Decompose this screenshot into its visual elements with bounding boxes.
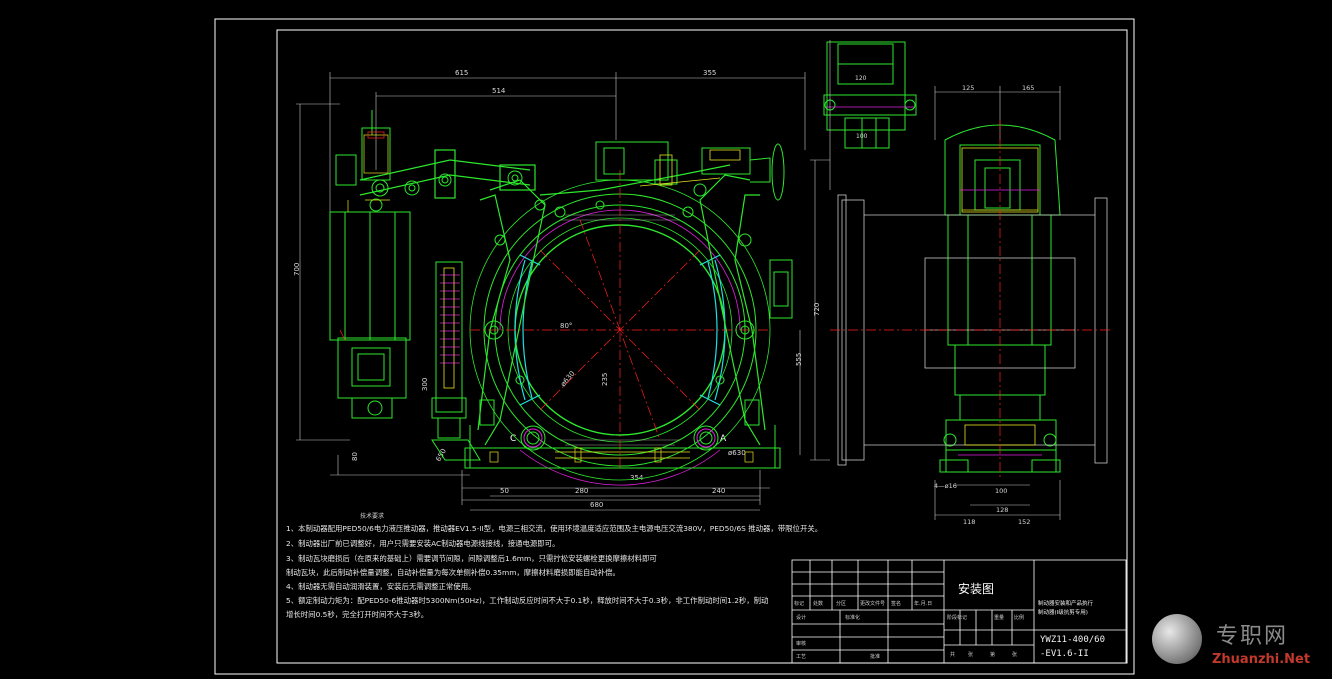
rev-label-date: 年.月.日 <box>914 601 933 607</box>
approve-label: 批准 <box>870 654 881 660</box>
dim-615: 615 <box>455 69 468 77</box>
rev-label-doc: 更改文件号 <box>860 601 886 607</box>
dim-650: 650 <box>434 447 448 463</box>
dim-300: 300 <box>421 378 429 391</box>
dim-680: 680 <box>590 501 603 509</box>
note-line-5: 4、制动器无需自动润滑装置，安装后无需调整正常使用。 <box>286 582 476 591</box>
note-line-1: 1、本制动器配用PED50/6电力液压推动器，推动器EV1.5-II型，电源三相… <box>286 524 823 533</box>
dim-118: 118 <box>963 518 975 526</box>
stage-label: 阶段标记 <box>947 615 968 621</box>
watermark-logo <box>1152 614 1202 664</box>
dim-555: 555 <box>795 353 803 366</box>
note-line-3: 3、制动瓦块磨损后（在原来的基础上）需要调节间隙，间隙调整后1.6mm，只需拧松… <box>286 554 657 563</box>
dim-280: 280 <box>575 487 588 495</box>
checker-label: 审核 <box>796 641 807 647</box>
note-line-2: 2、制动器出厂前已调整好，用户只需要安装AC制动器电源线接线，接通电源即可。 <box>286 539 560 548</box>
code-line-2: -EV1.6-II <box>1040 649 1089 659</box>
dim-hole: 4—ø16 <box>934 482 957 490</box>
rev-label-sign: 签名 <box>891 601 902 607</box>
dim-240: 240 <box>712 487 725 495</box>
std-label: 标准化 <box>845 615 861 621</box>
dim-100b: 100 <box>995 487 1007 495</box>
note-line-7: 增长时间0.5秒，完全打开时间不大于3秒。 <box>286 610 429 619</box>
drawing-description: 制动器安装和产品执行 制动器(I级抗剪专用) <box>1038 600 1093 618</box>
top-view <box>823 41 917 149</box>
rev-label-mark: 标记 <box>794 601 805 607</box>
note-line-6: 5、额定制动力矩为：配PED50-6推动器时5300Nm(50Hz)，工作制动反… <box>286 596 769 605</box>
dim-235: 235 <box>601 373 609 386</box>
sheet-unit-label-2: 张 <box>1012 652 1018 658</box>
rev-label-zone: 分区 <box>836 601 847 607</box>
sheet-unit-label-1: 张 <box>968 652 974 658</box>
dim-700: 700 <box>293 263 301 276</box>
side-view: 125 165 4—ø16 100 128 118 152 <box>830 84 1110 526</box>
dim-100: 100 <box>856 133 868 140</box>
dim-128: 128 <box>996 506 1008 514</box>
note-line-4: 制动瓦块，此后制动补偿量调整，自动补偿量为每次单侧补偿0.35mm，摩擦材料磨损… <box>286 568 620 577</box>
dim-slope: ø630 <box>559 370 576 389</box>
dim-120: 120 <box>855 75 867 82</box>
front-view: 615 355 514 700 720 555 300 80 50 280 35… <box>293 69 830 511</box>
scale-label: 比例 <box>1014 615 1025 621</box>
dim-50: 50 <box>500 487 509 495</box>
dim-720: 720 <box>813 303 821 316</box>
dim-dia: ø630 <box>728 449 746 457</box>
drawing-title: 安装图 <box>958 582 995 596</box>
dim-165: 165 <box>1022 84 1034 92</box>
description-line-2: 制动器(I级抗剪专用) <box>1038 610 1088 616</box>
rev-label-count: 处数 <box>813 601 824 607</box>
designer-label: 设计 <box>796 615 807 621</box>
watermark-cn: 专职网 <box>1216 624 1289 649</box>
watermark-en: Zhuanzhi.Net <box>1212 652 1311 667</box>
process-label: 工艺 <box>796 654 807 660</box>
cad-drawing: 615 355 514 700 720 555 300 80 50 280 35… <box>214 18 1135 675</box>
dim-125: 125 <box>962 84 974 92</box>
dim-152: 152 <box>1018 518 1030 526</box>
sheet-index-label: 第 <box>990 652 996 658</box>
sheet-total-label: 共 <box>950 652 956 658</box>
dim-514: 514 <box>492 87 506 95</box>
dim-80: 80 <box>351 452 359 461</box>
dim-355: 355 <box>703 69 716 77</box>
weight-label: 重量 <box>994 615 1005 621</box>
code-line-1: YWZ11-400/60 <box>1040 635 1106 645</box>
drawing-code: YWZ11-400/60 -EV1.6-II <box>1040 633 1105 661</box>
dim-angle: 80° <box>560 322 572 330</box>
description-line-1: 制动器安装和产品执行 <box>1038 601 1094 607</box>
